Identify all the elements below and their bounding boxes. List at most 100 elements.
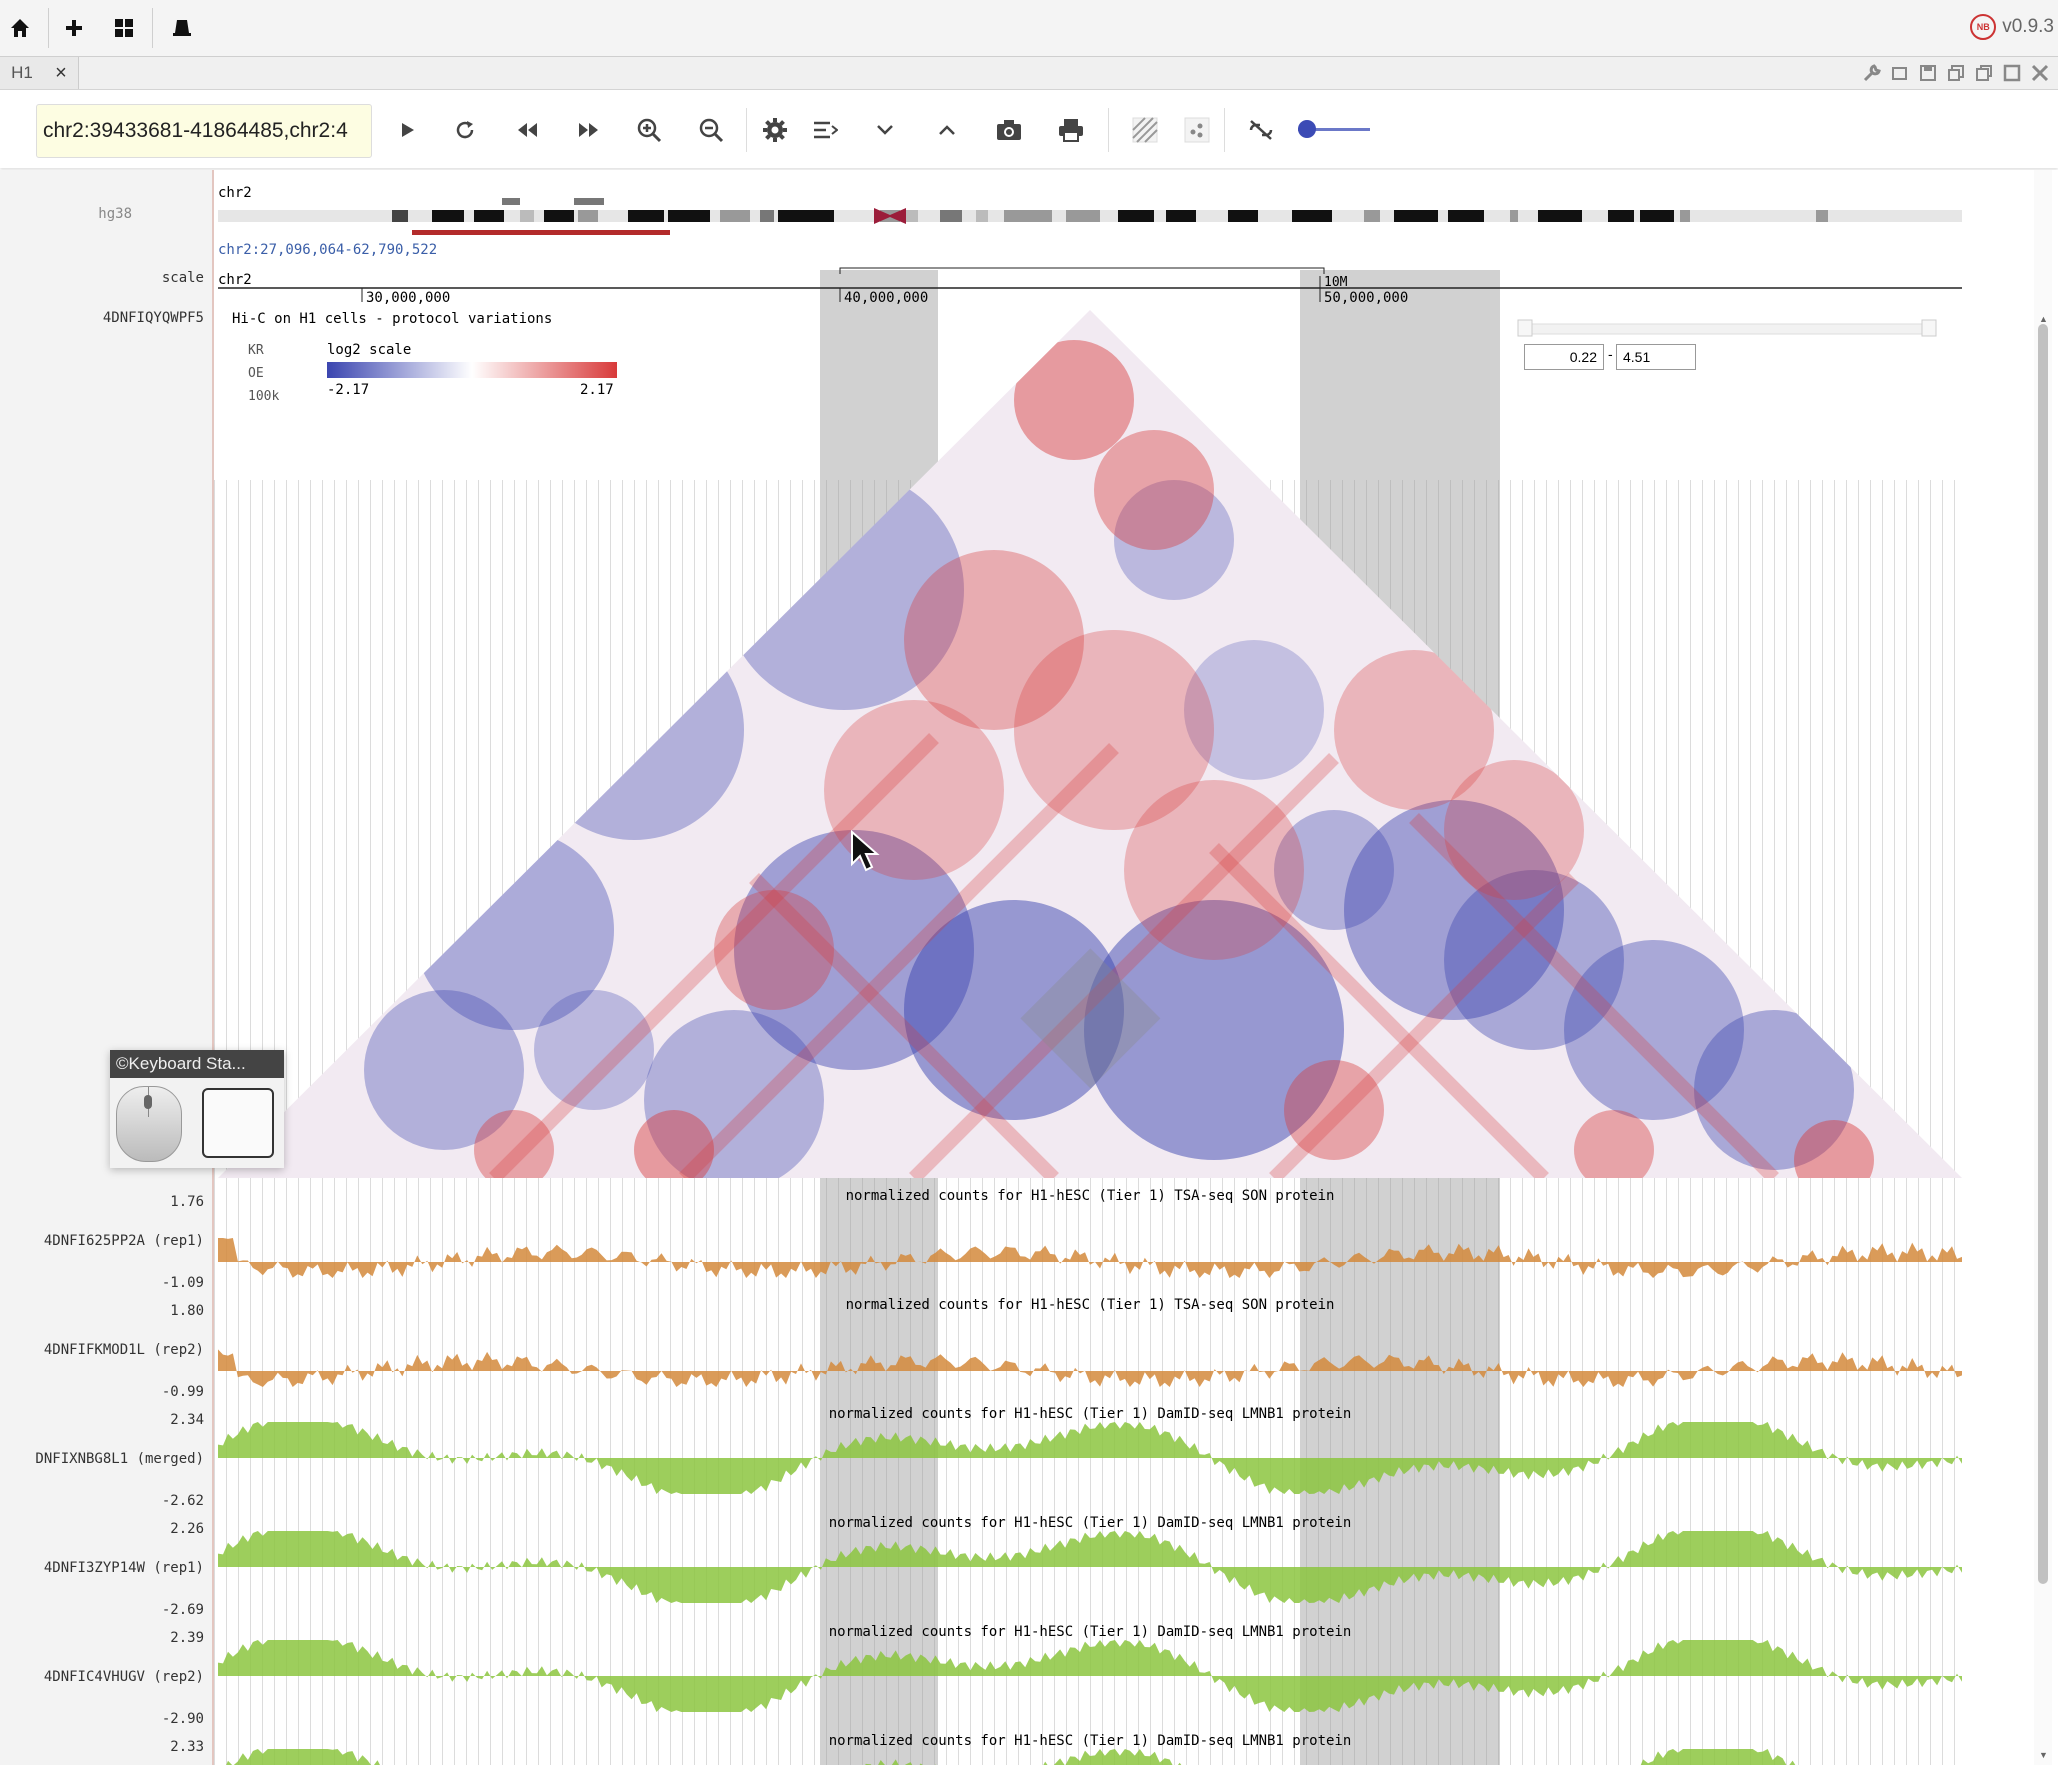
ideogram-band: [1680, 210, 1690, 222]
hic-colorbar: [327, 362, 617, 378]
plus-icon[interactable]: [56, 10, 92, 46]
track-max: 1.80: [170, 1303, 204, 1319]
range-slider-handle-low[interactable]: [1517, 319, 1533, 337]
separator: [152, 8, 153, 48]
range-slider-handle-high[interactable]: [1921, 319, 1937, 337]
hic-resolution: 100k: [248, 389, 279, 404]
ideogram-band: [1608, 210, 1634, 222]
track-title: normalized counts for H1-hESC (Tier 1) D…: [829, 1733, 1352, 1749]
track-min: -2.62: [161, 1493, 204, 1509]
ideogram-band: [1364, 210, 1380, 222]
ideogram-band: [720, 210, 750, 222]
ideogram-mark: [502, 198, 520, 205]
track-title: normalized counts for H1-hESC (Tier 1) T…: [846, 1188, 1335, 1204]
track-min: -2.69: [161, 1602, 204, 1618]
close-icon[interactable]: [2028, 61, 2052, 85]
genome-plot-area[interactable]: chr2 chr2:27,096,064-62,790,522 chr2 30,…: [214, 170, 1964, 1765]
grid-icon[interactable]: [106, 10, 142, 46]
hat-icon[interactable]: [164, 10, 200, 46]
scale-tick-label: 50,000,000: [1324, 290, 1408, 306]
separator: [1224, 108, 1225, 152]
ideogram-band: [668, 210, 710, 222]
menu-sort-icon[interactable]: [804, 110, 846, 150]
separator: [1108, 108, 1109, 152]
range-slider-track[interactable]: [1523, 323, 1931, 335]
track-title: normalized counts for H1-hESC (Tier 1) D…: [829, 1624, 1352, 1640]
zoom-slider-knob[interactable]: [1298, 120, 1316, 138]
print-icon[interactable]: [1050, 110, 1092, 150]
scrollbar-thumb[interactable]: [2038, 324, 2048, 1584]
ideogram-band: [544, 210, 574, 222]
range-min-input[interactable]: 0.22: [1524, 344, 1604, 370]
mouse-icon: [116, 1086, 182, 1162]
hic-blob: [1094, 430, 1214, 550]
chromosome-ideogram: [218, 210, 1962, 222]
save-icon[interactable]: [1916, 61, 1940, 85]
track-min: -1.09: [161, 1275, 204, 1291]
ideogram-band: [1510, 210, 1518, 222]
hic-scale-label: log2 scale: [327, 342, 411, 358]
settings-icon[interactable]: [754, 110, 796, 150]
range-max-input[interactable]: 4.51: [1616, 344, 1696, 370]
ideogram-band: [1816, 210, 1828, 222]
separator: [746, 108, 747, 152]
ideogram-band: [1066, 210, 1100, 222]
track-max: 2.26: [170, 1521, 204, 1537]
window-controls: [1860, 61, 2052, 85]
chevron-up-icon[interactable]: [926, 110, 968, 150]
ideogram-band: [1228, 210, 1258, 222]
version-label: v0.9.3: [2002, 16, 2054, 37]
home-icon[interactable]: [2, 10, 38, 46]
export-icon[interactable]: [1888, 61, 1912, 85]
region-text: chr2:27,096,064-62,790,522: [218, 242, 437, 258]
hic-norm: KR: [248, 343, 264, 358]
wrench-icon[interactable]: [1860, 61, 1884, 85]
ideogram-band: [904, 210, 918, 222]
tab-h1[interactable]: H1 ×: [0, 57, 79, 89]
scale-label: scale: [161, 270, 204, 286]
track-id: 4DNFI625PP2A (rep1): [43, 1233, 204, 1249]
hic-colorbar-max: 2.17: [580, 382, 614, 398]
ideogram-band: [1538, 210, 1582, 222]
maximize-icon[interactable]: [2000, 61, 2024, 85]
rewind-icon[interactable]: [506, 110, 548, 150]
locus-input[interactable]: [36, 104, 372, 158]
unlink-icon[interactable]: [1240, 110, 1282, 150]
hic-blob: [534, 990, 654, 1110]
fast-forward-icon[interactable]: [568, 110, 610, 150]
ideogram-band: [474, 210, 504, 222]
refresh-icon[interactable]: [444, 110, 486, 150]
copy-icon[interactable]: [1944, 61, 1968, 85]
ideogram-band: [1394, 210, 1438, 222]
track-title: normalized counts for H1-hESC (Tier 1) D…: [829, 1406, 1352, 1422]
hic-blob: [1014, 340, 1134, 460]
version-info: NB v0.9.3: [1970, 14, 2054, 40]
scale-tick-label: 40,000,000: [844, 290, 928, 306]
zoom-in-icon[interactable]: [628, 110, 670, 150]
scatter-icon[interactable]: [1176, 110, 1218, 150]
track-label-column: hg38 scale 4DNFIQYQWPF5 1.76 4DNFI625PP2…: [0, 170, 214, 1765]
range-separator: -: [1608, 346, 1613, 362]
play-icon[interactable]: [386, 110, 428, 150]
vertical-scrollbar[interactable]: ▲ ▼: [2034, 170, 2052, 1765]
ideogram-view-marker: [412, 230, 670, 235]
restore-icon[interactable]: [1972, 61, 1996, 85]
tab-label: H1: [11, 63, 33, 82]
tab-close-icon[interactable]: ×: [55, 62, 67, 85]
scale-small-tick: 10M: [1324, 275, 1348, 290]
ideogram-band: [432, 210, 464, 222]
plot-canvas[interactable]: chr2 chr2:27,096,064-62,790,522 chr2 30,…: [214, 170, 1964, 1765]
hatch-icon[interactable]: [1124, 110, 1166, 150]
chevron-down-icon[interactable]: [864, 110, 906, 150]
zoom-out-icon[interactable]: [690, 110, 732, 150]
track-id: 4DNFIC4VHUGV (rep2): [43, 1669, 204, 1685]
keyboard-status-panel[interactable]: ©Keyboard Sta...: [110, 1050, 284, 1168]
ideogram-band: [392, 210, 408, 222]
ideogram-band: [778, 210, 834, 222]
hic-track-id: 4DNFIQYQWPF5: [102, 310, 204, 326]
track-max: 1.76: [170, 1194, 204, 1210]
camera-icon[interactable]: [988, 110, 1030, 150]
track-id: 4DNFIFKMOD1L (rep2): [43, 1342, 204, 1358]
track-max: 2.34: [170, 1412, 204, 1428]
ideogram-band: [1004, 210, 1052, 222]
